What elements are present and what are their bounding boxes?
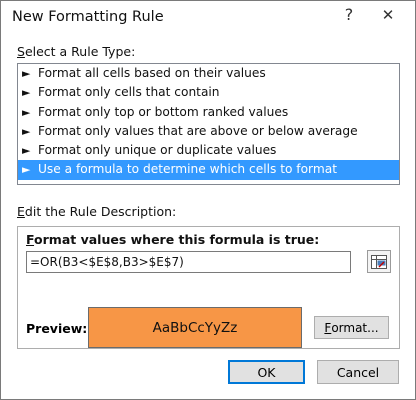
preview-label: Preview:: [26, 321, 88, 336]
rule-type-heading: Select a Rule Type:: [17, 44, 136, 59]
arrow-right-icon: ►: [22, 124, 31, 138]
new-formatting-rule-dialog: New Formatting Rule ? ✕ Select a Rule Ty…: [0, 0, 416, 400]
range-select-button[interactable]: [367, 250, 391, 273]
rule-type-item[interactable]: ► Format only cells that contain: [18, 83, 399, 102]
arrow-right-icon: ►: [22, 105, 31, 119]
format-button[interactable]: Format...: [314, 316, 389, 339]
help-icon[interactable]: ?: [333, 3, 365, 26]
rule-type-item[interactable]: ► Format only values that are above or be…: [18, 122, 399, 141]
rule-type-item-label: Use a formula to determine which cells t…: [38, 162, 337, 177]
rule-type-item-label: Format all cells based on their values: [38, 66, 266, 80]
range-select-icon: [371, 254, 387, 269]
arrow-right-icon: ►: [22, 163, 31, 177]
rule-type-item[interactable]: ► Format only unique or duplicate values: [18, 141, 399, 160]
rule-type-item-label: Format only unique or duplicate values: [38, 143, 277, 158]
formula-input[interactable]: =OR(B3<$E$8,B3>$E$7): [26, 251, 351, 273]
cancel-button[interactable]: Cancel: [317, 360, 399, 384]
rule-type-item[interactable]: ► Format only top or bottom ranked values: [18, 103, 399, 122]
rule-type-list[interactable]: ► Format all cells based on their values ►…: [17, 63, 400, 185]
arrow-right-icon: ►: [22, 86, 31, 100]
rule-type-item[interactable]: ► Format all cells based on their values: [18, 64, 399, 83]
rule-description-heading: Edit the Rule Description:: [17, 204, 177, 219]
rule-type-item-label: Format only values that are above or bel…: [38, 123, 358, 138]
preview-sample: AaBbCcYyZz: [88, 307, 302, 348]
rule-type-item[interactable]: ► Use a formula to determine which cells …: [18, 160, 399, 180]
rule-type-item-label: Format only cells that contain: [38, 85, 220, 100]
formula-label: Format values where this formula is true…: [26, 232, 320, 247]
close-icon[interactable]: ✕: [372, 3, 404, 26]
arrow-right-icon: ►: [22, 144, 31, 158]
rule-type-item-label: Format only top or bottom ranked values: [38, 104, 289, 119]
dialog-title: New Formatting Rule: [12, 9, 164, 25]
rule-description-panel: Format values where this formula is true…: [17, 226, 400, 349]
ok-button[interactable]: OK: [228, 360, 305, 384]
arrow-right-icon: ►: [22, 67, 31, 80]
